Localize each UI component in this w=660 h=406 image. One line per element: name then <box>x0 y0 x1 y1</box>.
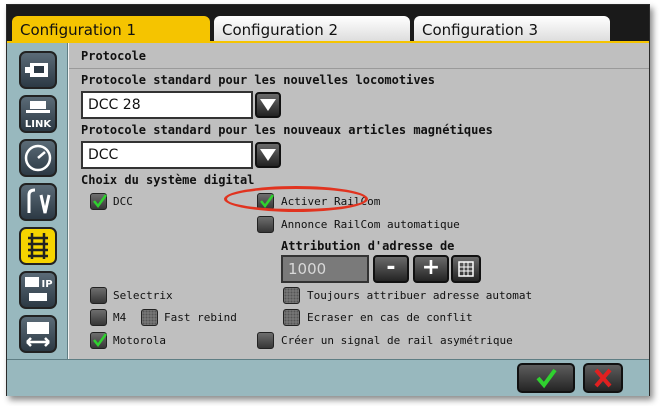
checkmark-icon <box>536 368 557 389</box>
track-icon <box>28 233 48 259</box>
overwrite-checkbox[interactable] <box>283 309 300 326</box>
fast-rebind-label: Fast rebind <box>164 311 237 324</box>
selectrix-label: Selectrix <box>113 289 173 302</box>
ok-button[interactable] <box>517 363 575 393</box>
selectrix-checkbox[interactable] <box>90 287 107 304</box>
loco-protocol-dropdown-button[interactable] <box>255 92 281 118</box>
accessory-protocol-dropdown-button[interactable] <box>255 142 281 168</box>
tab-label: Configuration 1 <box>20 21 137 39</box>
panel-title: Protocole <box>69 49 649 69</box>
sidebar-item-booster[interactable] <box>19 315 57 353</box>
loco-protocol-label: Protocole standard pour les nouvelles lo… <box>81 73 436 87</box>
dcc-checkbox[interactable] <box>90 193 108 210</box>
tab-configuration-3[interactable]: Configuration 3 <box>413 15 611 42</box>
fast-rebind-checkbox[interactable] <box>141 309 158 326</box>
increment-button[interactable]: + <box>413 255 449 283</box>
digital-system-label: Choix du système digital <box>81 173 255 187</box>
locomotive-icon <box>25 63 48 77</box>
tab-bar: Configuration 1 Configuration 2 Configur… <box>7 5 649 43</box>
overwrite-label: Ecraser en cas de conflit <box>307 311 473 324</box>
link-icon-label: LINK <box>25 119 52 130</box>
gauge-icon <box>24 144 52 172</box>
m4-label: M4 <box>113 311 127 324</box>
asym-signal-label: Créer un signal de rail asymétrique <box>281 334 513 347</box>
keypad-button[interactable] <box>451 255 481 283</box>
always-assign-checkbox[interactable] <box>283 287 300 304</box>
motorola-checkbox[interactable] <box>90 332 108 349</box>
railcom-auto-label: Annonce RailCom automatique <box>281 218 460 231</box>
address-input[interactable]: 1000 <box>281 255 369 283</box>
accessory-protocol-label: Protocole standard pour les nouveaux art… <box>81 123 493 137</box>
sidebar-item-gauge[interactable] <box>19 139 57 177</box>
tab-configuration-2[interactable]: Configuration 2 <box>213 15 411 42</box>
sidebar: LINK IP <box>7 43 68 359</box>
address-assignment-label: Attribution d'adresse de <box>281 239 455 253</box>
sidebar-item-track[interactable] <box>19 227 57 265</box>
checkmark-icon <box>93 333 108 348</box>
signal-icon <box>27 188 51 214</box>
keypad-icon <box>458 261 474 277</box>
booster-icon <box>26 322 50 347</box>
motorola-label: Motorola <box>113 334 166 347</box>
m4-checkbox[interactable] <box>90 309 107 326</box>
ip-icon-label: IP <box>41 279 52 290</box>
close-icon <box>594 368 612 388</box>
decrement-button[interactable]: - <box>373 255 409 283</box>
chevron-down-icon <box>260 149 276 161</box>
ip-network-icon: IP <box>25 277 53 301</box>
loco-protocol-select[interactable]: DCC 28 <box>81 91 253 119</box>
sidebar-item-link[interactable]: LINK <box>19 95 57 133</box>
railcom-auto-checkbox[interactable] <box>257 216 274 233</box>
sidebar-item-locomotive[interactable] <box>19 51 57 89</box>
sidebar-item-signal[interactable] <box>19 183 57 221</box>
checkmark-icon <box>93 194 108 209</box>
asym-signal-checkbox[interactable] <box>257 332 274 349</box>
always-assign-label: Toujours attribuer adresse automat <box>307 289 533 302</box>
highlight-ellipse <box>224 186 368 212</box>
bottom-bar <box>7 359 649 396</box>
dcc-label: DCC <box>113 195 133 208</box>
tab-configuration-1[interactable]: Configuration 1 <box>11 15 211 43</box>
sidebar-item-ip[interactable]: IP <box>19 271 57 309</box>
chevron-down-icon <box>260 99 276 111</box>
tab-label: Configuration 2 <box>222 21 339 39</box>
tab-label: Configuration 3 <box>422 21 539 39</box>
link-icon: LINK <box>25 101 52 130</box>
accessory-protocol-select[interactable]: DCC <box>81 141 253 169</box>
cancel-button[interactable] <box>583 363 623 393</box>
